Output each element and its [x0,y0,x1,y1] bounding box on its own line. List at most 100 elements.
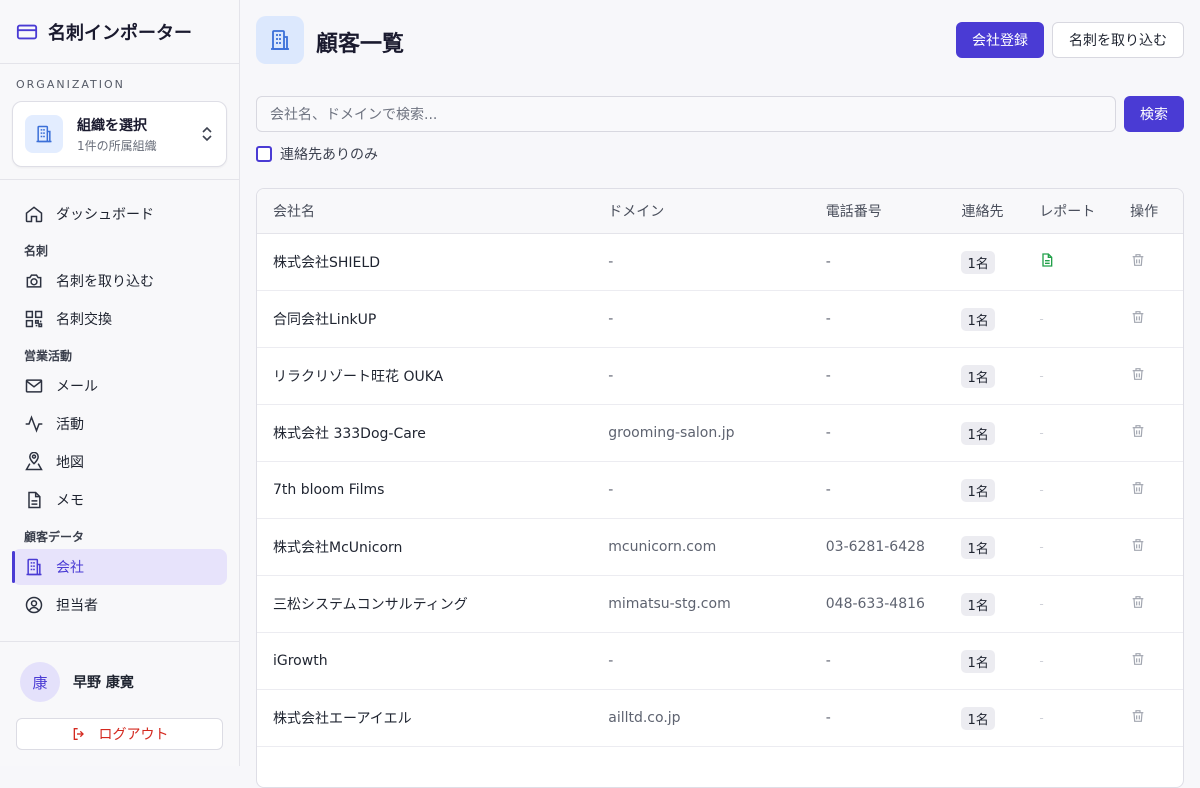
column-header-contacts[interactable]: 連絡先 [945,201,1023,221]
user-circle-icon [25,596,43,614]
table-row[interactable]: iGrowth - - 1名 - [257,633,1183,690]
home-icon [25,206,43,223]
company-name[interactable]: リラクリゾート旺花 OUKA [257,366,592,386]
delete-icon[interactable] [1130,594,1146,610]
table-header: 会社名 ドメイン 電話番号 連絡先 レポート 操作 [257,189,1183,234]
company-name[interactable]: 株式会社McUnicorn [257,537,592,557]
delete-icon[interactable] [1130,309,1146,325]
camera-icon [26,274,42,288]
company-name[interactable]: 株式会社エーアイエル [257,708,592,728]
report-document-icon[interactable] [1039,252,1055,268]
mail-icon [25,379,43,393]
report-empty: - [1039,597,1044,611]
sidebar-item-label: 名刺交換 [56,312,112,328]
contacts-cell: 1名 [945,592,1023,616]
contacts-count-badge: 1名 [961,364,995,388]
organization-name: 組織を選択 [77,117,147,134]
company-domain: - [608,482,614,498]
logout-label: ログアウト [98,727,169,743]
contacts-cell: 1名 [945,250,1023,274]
table-row[interactable]: 株式会社 333Dog-Care grooming-salon.jp - 1名 … [257,405,1183,462]
table-body: 株式会社SHIELD - - 1名 合同会社LinkUP - - 1名 - リラ… [257,234,1183,747]
delete-icon[interactable] [1130,708,1146,724]
action-cell [1114,252,1183,272]
sidebar-item-label: メモ [56,493,84,509]
document-icon [28,491,41,509]
sidebar-item-label: メール [56,379,98,395]
delete-icon[interactable] [1130,252,1146,268]
company-name[interactable]: 合同会社LinkUP [257,309,592,329]
organization-section: ORGANIZATION 組織を選択 1件の所属組織 [0,64,239,180]
company-domain: - [608,653,614,669]
sidebar-item-label: 活動 [56,417,84,433]
table-row[interactable]: 合同会社LinkUP - - 1名 - [257,291,1183,348]
column-header-action: 操作 [1130,204,1159,220]
sidebar-item-mail[interactable]: メール [12,368,227,404]
import-cards-button[interactable]: 名刺を取り込む [1052,22,1184,58]
company-phone: - [825,311,831,327]
contacts-only-checkbox[interactable] [256,146,272,162]
contacts-cell: 1名 [945,364,1023,388]
map-pin-icon [25,452,43,471]
sidebar-item-company[interactable]: 会社 [12,549,227,585]
delete-icon[interactable] [1130,651,1146,667]
sidebar-item-activity[interactable]: 活動 [12,406,227,442]
report-empty: - [1039,312,1044,326]
contacts-count-badge: 1名 [961,649,995,673]
sidebar-item-import[interactable]: 名刺を取り込む [12,263,227,299]
qr-code-icon [25,310,43,328]
logout-button[interactable]: ログアウト [16,718,223,750]
report-empty: - [1039,483,1044,497]
sidebar-item-dashboard[interactable]: ダッシュボード [12,196,227,232]
sidebar-item-memo[interactable]: メモ [12,482,227,518]
report-empty: - [1039,711,1044,725]
table-row[interactable]: 7th bloom Films - - 1名 - [257,462,1183,519]
search-input[interactable]: 会社名、ドメインで検索... [256,96,1116,132]
user-name: 早野 康寛 [73,675,134,691]
report-empty: - [1039,369,1044,383]
nav-group-sales: 営業活動 [24,349,73,363]
column-header-name[interactable]: 会社名 [257,201,592,221]
organization-subtitle: 1件の所属組織 [77,138,157,153]
contacts-count-badge: 1名 [961,250,995,274]
activity-icon [25,415,43,433]
table-row[interactable]: 株式会社SHIELD - - 1名 [257,234,1183,291]
table-row[interactable]: 三松システムコンサルティング mimatsu-stg.com 048-633-4… [257,576,1183,633]
sidebar-item-contact-person[interactable]: 担当者 [12,587,227,623]
building-icon [256,16,304,64]
nav-group-meishi: 名刺 [24,244,49,258]
column-header-domain[interactable]: ドメイン [592,201,810,221]
company-name[interactable]: 株式会社 333Dog-Care [257,423,592,443]
register-company-button[interactable]: 会社登録 [956,22,1044,58]
contacts-only-filter[interactable]: 連絡先ありのみ [256,144,378,164]
company-name[interactable]: 7th bloom Films [257,482,592,498]
contacts-cell: 1名 [945,706,1023,730]
company-name[interactable]: iGrowth [257,653,592,669]
delete-icon[interactable] [1130,366,1146,382]
contacts-count-badge: 1名 [961,478,995,502]
column-header-phone[interactable]: 電話番号 [810,201,946,221]
company-domain: mcunicorn.com [608,539,717,555]
table-row[interactable]: リラクリゾート旺花 OUKA - - 1名 - [257,348,1183,405]
table-row[interactable]: 株式会社McUnicorn mcunicorn.com 03-6281-6428… [257,519,1183,576]
delete-icon[interactable] [1130,480,1146,496]
chevron-updown-icon [202,126,212,142]
delete-icon[interactable] [1130,423,1146,439]
user-section: 康 早野 康寛 ログアウト [0,641,239,750]
company-phone: - [825,653,831,669]
sidebar-item-map[interactable]: 地図 [12,444,227,480]
company-phone: - [825,254,831,270]
brand-header: 名刺インポーター [0,0,239,64]
report-cell: - [1023,425,1114,441]
company-name[interactable]: 三松システムコンサルティング [257,594,592,614]
sidebar-item-exchange[interactable]: 名刺交換 [12,301,227,337]
report-cell [1023,252,1114,272]
delete-icon[interactable] [1130,537,1146,553]
contacts-cell: 1名 [945,649,1023,673]
search-button[interactable]: 検索 [1124,96,1184,132]
page-title: 顧客一覧 [316,32,405,57]
table-row[interactable]: 株式会社エーアイエル ailltd.co.jp - 1名 - [257,690,1183,747]
company-name[interactable]: 株式会社SHIELD [257,252,592,272]
organization-selector[interactable]: 組織を選択 1件の所属組織 [12,101,227,167]
contacts-cell: 1名 [945,307,1023,331]
